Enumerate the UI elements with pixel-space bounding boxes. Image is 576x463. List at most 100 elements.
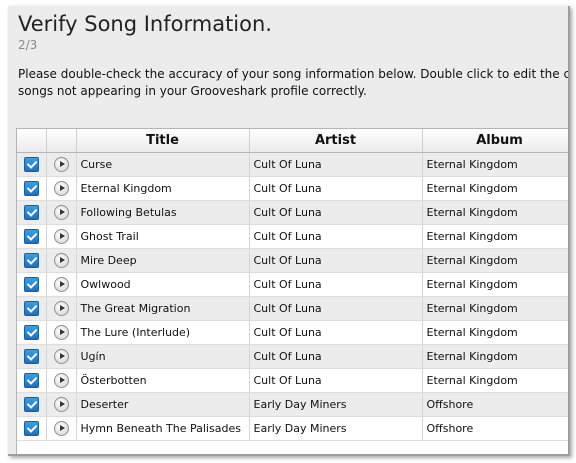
album-cell[interactable]: Eternal Kingdom [422, 152, 568, 177]
artist-cell[interactable]: Early Day Miners [249, 416, 423, 441]
title-cell[interactable]: Eternal Kingdom [76, 176, 250, 201]
album-cell[interactable]: Offshore [422, 392, 568, 417]
row-checkbox-cell[interactable] [17, 368, 47, 393]
row-play-cell[interactable] [46, 272, 77, 297]
checkbox-checked-icon[interactable] [23, 181, 39, 196]
album-cell[interactable]: Offshore [422, 416, 568, 441]
row-play-cell[interactable] [46, 248, 77, 273]
row-checkbox-cell[interactable] [17, 200, 47, 225]
row-checkbox-cell[interactable] [17, 344, 47, 369]
checkbox-checked-icon[interactable] [23, 421, 39, 436]
title-cell[interactable]: Ghost Trail [76, 224, 250, 249]
title-cell[interactable]: Österbotten [76, 368, 250, 393]
table-row[interactable]: Hymn Beneath The Palisades Early Day Mine… [17, 416, 568, 441]
title-cell[interactable]: Mire Deep [76, 248, 250, 273]
row-play-cell[interactable] [46, 152, 77, 177]
play-icon[interactable] [53, 421, 69, 436]
row-play-cell[interactable] [46, 176, 77, 201]
row-play-cell[interactable] [46, 224, 77, 249]
album-cell[interactable]: Eternal Kingdom [422, 176, 568, 201]
artist-cell[interactable]: Cult Of Luna [249, 272, 423, 297]
artist-cell[interactable]: Cult Of Luna [249, 344, 423, 369]
row-play-cell[interactable] [46, 416, 77, 441]
table-row[interactable]: Eternal Kingdom Cult Of Luna Eternal Kingd… [17, 176, 568, 201]
checkbox-checked-icon[interactable] [23, 301, 39, 316]
album-cell[interactable]: Eternal Kingdom [422, 368, 568, 393]
checkbox-checked-icon[interactable] [23, 325, 39, 340]
album-cell[interactable]: Eternal Kingdom [422, 344, 568, 369]
row-checkbox-cell[interactable] [17, 296, 47, 321]
artist-cell[interactable]: Cult Of Luna [249, 224, 423, 249]
row-checkbox-cell[interactable] [17, 248, 47, 273]
table-row[interactable]: Ugín Cult Of Luna Eternal Kingdom [17, 344, 568, 369]
title-cell[interactable]: Hymn Beneath The Palisades [76, 416, 250, 441]
table-row[interactable]: Deserter Early Day Miners Offshore [17, 392, 568, 417]
title-cell[interactable]: Ugín [76, 344, 250, 369]
table-row[interactable]: Following Betulas Cult Of Luna Eternal Kin… [17, 200, 568, 225]
album-cell[interactable]: Eternal Kingdom [422, 248, 568, 273]
row-play-cell[interactable] [46, 296, 77, 321]
table-row[interactable]: Owlwood Cult Of Luna Eternal Kingdom [17, 272, 568, 297]
title-cell[interactable]: Owlwood [76, 272, 250, 297]
row-checkbox-cell[interactable] [17, 320, 47, 345]
artist-cell[interactable]: Early Day Miners [249, 392, 423, 417]
title-cell[interactable]: Following Betulas [76, 200, 250, 225]
checkbox-checked-icon[interactable] [23, 349, 39, 364]
play-icon[interactable] [53, 301, 69, 316]
checkbox-checked-icon[interactable] [23, 253, 39, 268]
title-cell[interactable]: The Lure (Interlude) [76, 320, 250, 345]
table-row[interactable]: The Lure (Interlude) Cult Of Luna Eternal … [17, 320, 568, 345]
table-row[interactable]: Mire Deep Cult Of Luna Eternal Kingdom [17, 248, 568, 273]
artist-cell[interactable]: Cult Of Luna [249, 368, 423, 393]
play-icon[interactable] [53, 205, 69, 220]
play-icon[interactable] [53, 397, 69, 412]
column-header-checkbox[interactable] [17, 129, 47, 153]
play-icon[interactable] [53, 181, 69, 196]
album-cell[interactable]: Eternal Kingdom [422, 296, 568, 321]
title-cell[interactable]: Curse [76, 152, 250, 177]
song-grid[interactable]: Title Artist Album Curse Cult Of Luna Eter… [16, 128, 568, 454]
checkbox-checked-icon[interactable] [23, 229, 39, 244]
row-play-cell[interactable] [46, 344, 77, 369]
column-header-play[interactable] [46, 129, 77, 153]
title-cell[interactable]: Deserter [76, 392, 250, 417]
play-icon[interactable] [53, 277, 69, 292]
play-icon[interactable] [53, 157, 69, 172]
column-header-title[interactable]: Title [76, 129, 250, 153]
row-checkbox-cell[interactable] [17, 176, 47, 201]
play-icon[interactable] [53, 253, 69, 268]
artist-cell[interactable]: Cult Of Luna [249, 296, 423, 321]
play-icon[interactable] [53, 229, 69, 244]
artist-cell[interactable]: Cult Of Luna [249, 200, 423, 225]
album-cell[interactable]: Eternal Kingdom [422, 224, 568, 249]
album-cell[interactable]: Eternal Kingdom [422, 200, 568, 225]
row-checkbox-cell[interactable] [17, 392, 47, 417]
row-checkbox-cell[interactable] [17, 416, 47, 441]
play-icon[interactable] [53, 325, 69, 340]
album-cell[interactable]: Eternal Kingdom [422, 320, 568, 345]
table-row[interactable]: Ghost Trail Cult Of Luna Eternal Kingdom [17, 224, 568, 249]
row-play-cell[interactable] [46, 368, 77, 393]
row-play-cell[interactable] [46, 200, 77, 225]
checkbox-checked-icon[interactable] [23, 205, 39, 220]
row-checkbox-cell[interactable] [17, 272, 47, 297]
play-icon[interactable] [53, 373, 69, 388]
row-checkbox-cell[interactable] [17, 224, 47, 249]
artist-cell[interactable]: Cult Of Luna [249, 176, 423, 201]
checkbox-checked-icon[interactable] [23, 373, 39, 388]
column-header-album[interactable]: Album [422, 129, 568, 153]
artist-cell[interactable]: Cult Of Luna [249, 320, 423, 345]
play-icon[interactable] [53, 349, 69, 364]
artist-cell[interactable]: Cult Of Luna [249, 248, 423, 273]
checkbox-checked-icon[interactable] [23, 157, 39, 172]
album-cell[interactable]: Eternal Kingdom [422, 272, 568, 297]
checkbox-checked-icon[interactable] [23, 277, 39, 292]
table-row[interactable]: The Great Migration Cult Of Luna Eternal K… [17, 296, 568, 321]
row-play-cell[interactable] [46, 320, 77, 345]
table-row[interactable]: Curse Cult Of Luna Eternal Kingdom [17, 152, 568, 177]
row-checkbox-cell[interactable] [17, 152, 47, 177]
checkbox-checked-icon[interactable] [23, 397, 39, 412]
column-header-artist[interactable]: Artist [249, 129, 423, 153]
artist-cell[interactable]: Cult Of Luna [249, 152, 423, 177]
title-cell[interactable]: The Great Migration [76, 296, 250, 321]
